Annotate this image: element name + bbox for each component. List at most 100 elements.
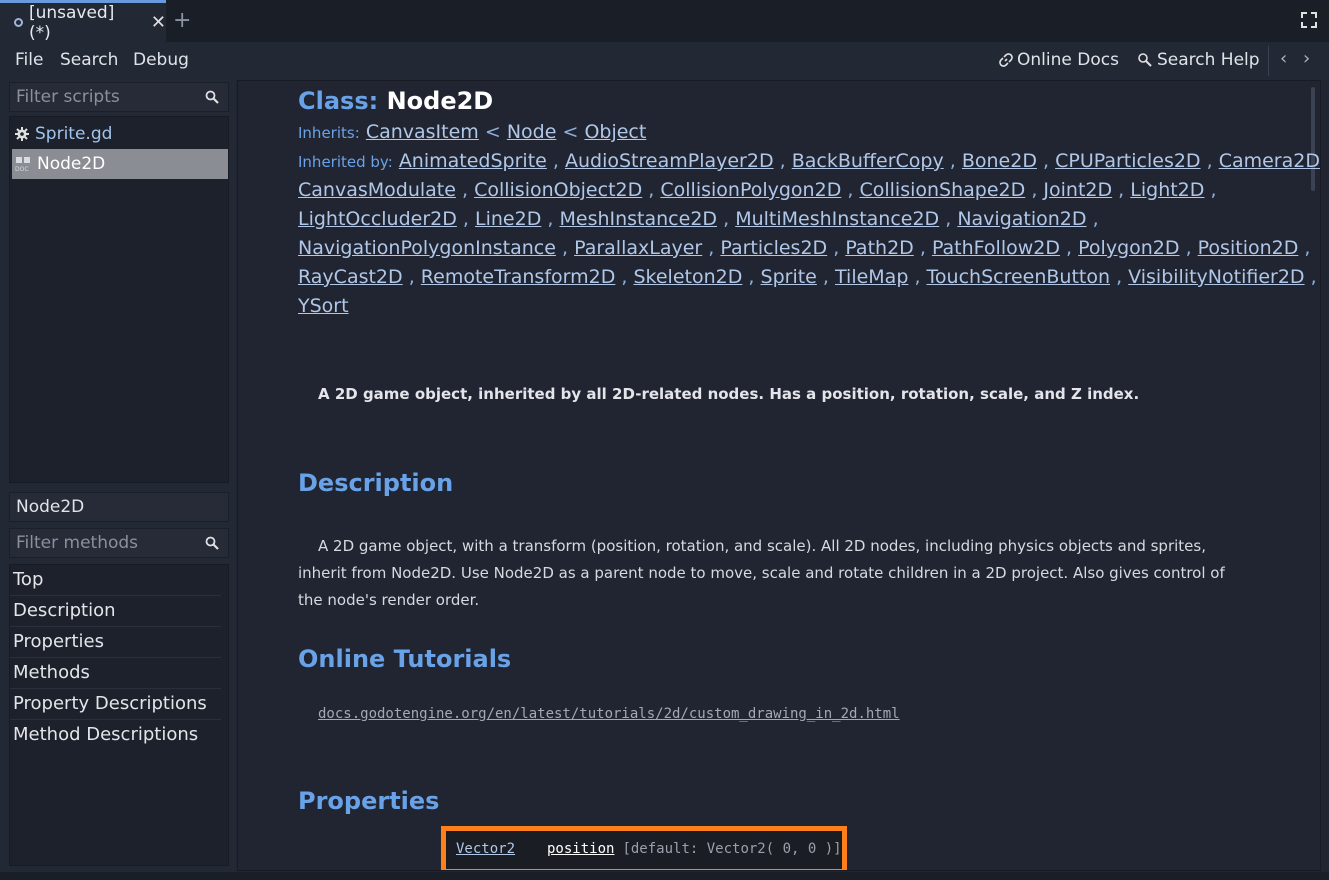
- list-separator: ,: [1092, 208, 1099, 230]
- inherits-link[interactable]: CanvasItem: [366, 121, 479, 143]
- inherited-by-row: LightOccluder2D , Line2D , MeshInstance2…: [298, 208, 1099, 230]
- list-separator: ,: [621, 266, 628, 288]
- list-separator: ,: [1210, 179, 1217, 201]
- inherits-link[interactable]: Node: [507, 121, 557, 143]
- list-separator: ,: [1304, 237, 1311, 259]
- inherited-by-link[interactable]: CollisionPolygon2D: [660, 179, 841, 201]
- tutorial-link[interactable]: docs.godotengine.org/en/latest/tutorials…: [318, 706, 900, 722]
- tab-bar: [unsaved](*) ✕ +: [0, 0, 1329, 43]
- scrollbar-thumb[interactable]: [1311, 87, 1315, 191]
- list-separator: ,: [914, 266, 921, 288]
- inherited-by-link[interactable]: LightOccluder2D: [298, 208, 457, 230]
- bottom-panel-strip: [0, 872, 1329, 880]
- script-item-label: Node2D: [37, 154, 106, 174]
- inherited-by-link[interactable]: RayCast2D: [298, 266, 403, 288]
- inherited-by-link[interactable]: RemoteTransform2D: [421, 266, 616, 288]
- list-separator: ,: [1043, 150, 1050, 172]
- section-item-description[interactable]: Description: [10, 596, 221, 627]
- forward-arrow-icon[interactable]: ›: [1303, 48, 1310, 69]
- script-list: Sprite.gd DOC Node2D: [9, 116, 229, 483]
- inherited-by-link[interactable]: VisibilityNotifier2D: [1128, 266, 1304, 288]
- fullscreen-icon[interactable]: [1301, 12, 1317, 28]
- list-separator: ,: [461, 179, 469, 201]
- inherited-by-line: YSort: [298, 295, 349, 317]
- inherited-by-row: AnimatedSprite , AudioStreamPlayer2D , B…: [399, 150, 1320, 172]
- property-type-link[interactable]: Vector2: [456, 841, 547, 857]
- inherited-by-link[interactable]: Path2D: [845, 237, 913, 259]
- inherited-by-link[interactable]: CollisionShape2D: [859, 179, 1025, 201]
- property-highlight: Vector2 position [default: Vector2( 0, 0…: [441, 826, 847, 870]
- inherited-by-line: NavigationPolygonInstance , ParallaxLaye…: [298, 237, 1310, 259]
- inherited-by-row: RayCast2D , RemoteTransform2D , Skeleton…: [298, 266, 1317, 288]
- inherited-by-link[interactable]: PathFollow2D: [932, 237, 1060, 259]
- gear-icon: [15, 127, 29, 141]
- help-document[interactable]: Class: Node2D Inherits: CanvasItem < Nod…: [237, 80, 1321, 871]
- inherited-by-link[interactable]: AnimatedSprite: [399, 150, 547, 172]
- inherited-by-line: LightOccluder2D , Line2D , MeshInstance2…: [298, 208, 1099, 230]
- property-default: [default: Vector2( 0, 0 )]: [622, 841, 842, 857]
- list-separator: ,: [1031, 179, 1038, 201]
- inherited-by-link[interactable]: Position2D: [1198, 237, 1299, 259]
- inherited-by-link[interactable]: CollisionObject2D: [474, 179, 642, 201]
- search-help-label: Search Help: [1157, 50, 1260, 70]
- section-item-method-descriptions[interactable]: Method Descriptions: [10, 720, 221, 750]
- inherited-by-link[interactable]: TileMap: [835, 266, 908, 288]
- inherited-by-link[interactable]: Bone2D: [962, 150, 1037, 172]
- filter-scripts-input[interactable]: [10, 86, 198, 108]
- add-tab-icon[interactable]: +: [173, 8, 191, 33]
- inherited-by-link[interactable]: CPUParticles2D: [1055, 150, 1200, 172]
- link-icon: [999, 53, 1013, 67]
- inherited-by-link[interactable]: Navigation2D: [957, 208, 1086, 230]
- unsaved-dot-icon: [14, 18, 23, 27]
- search-icon: [205, 536, 219, 550]
- inherited-by-link[interactable]: Camera2D: [1219, 150, 1320, 172]
- list-separator: ,: [547, 208, 554, 230]
- tutorials-heading: Online Tutorials: [298, 645, 512, 673]
- menu-search[interactable]: Search: [60, 50, 118, 70]
- search-help-button[interactable]: Search Help: [1137, 50, 1260, 70]
- list-separator: ,: [1066, 237, 1073, 259]
- inherited-by-link[interactable]: ParallaxLayer: [574, 237, 702, 259]
- filter-methods-input[interactable]: [10, 532, 198, 554]
- property-row: Vector2 position [default: Vector2( 0, 0…: [456, 841, 842, 857]
- scrollbar[interactable]: [1309, 83, 1317, 868]
- inherited-by-link[interactable]: YSort: [298, 295, 349, 317]
- inherited-by-link[interactable]: CanvasModulate: [298, 179, 456, 201]
- section-item-methods[interactable]: Methods: [10, 658, 221, 689]
- menu-file[interactable]: File: [15, 50, 43, 70]
- list-separator: ,: [847, 179, 854, 201]
- inherited-by-link[interactable]: Sprite: [761, 266, 817, 288]
- inherited-by-link[interactable]: MultiMeshInstance2D: [735, 208, 939, 230]
- close-icon[interactable]: ✕: [151, 12, 166, 33]
- class-label: Class:: [298, 87, 379, 115]
- inherits-link[interactable]: Object: [584, 121, 646, 143]
- inherited-by-link[interactable]: Skeleton2D: [633, 266, 742, 288]
- inherited-by-link[interactable]: Line2D: [475, 208, 541, 230]
- inherited-by-link[interactable]: NavigationPolygonInstance: [298, 237, 556, 259]
- section-item-top[interactable]: Top: [10, 565, 221, 596]
- section-item-properties[interactable]: Properties: [10, 627, 221, 658]
- inherited-by-link[interactable]: BackBufferCopy: [792, 150, 944, 172]
- script-item-node2d[interactable]: DOC Node2D: [12, 149, 228, 179]
- inherited-by-link[interactable]: Polygon2D: [1078, 237, 1179, 259]
- inherited-by-link[interactable]: TouchScreenButton: [927, 266, 1111, 288]
- inherited-by-link[interactable]: MeshInstance2D: [559, 208, 717, 230]
- inherited-by-link[interactable]: AudioStreamPlayer2D: [565, 150, 774, 172]
- search-help-icon: [1138, 53, 1152, 67]
- inherited-by-link[interactable]: Particles2D: [720, 237, 827, 259]
- inherited-by-link[interactable]: Light2D: [1130, 179, 1204, 201]
- tab-unsaved[interactable]: [unsaved](*) ✕: [0, 0, 166, 43]
- inherited-by-link[interactable]: Joint2D: [1043, 179, 1112, 201]
- list-separator: ,: [408, 266, 415, 288]
- section-item-property-descriptions[interactable]: Property Descriptions: [10, 689, 221, 720]
- inherits-sep: <: [562, 121, 579, 143]
- list-separator: ,: [748, 266, 755, 288]
- back-arrow-icon[interactable]: ‹: [1280, 48, 1287, 69]
- menu-bar: File Search Debug Online Docs Search Hel…: [0, 42, 1329, 80]
- script-item-label: Sprite.gd: [35, 124, 113, 144]
- online-docs-button[interactable]: Online Docs: [999, 50, 1119, 70]
- inherited-by-row: CanvasModulate , CollisionObject2D , Col…: [298, 179, 1217, 201]
- menu-debug[interactable]: Debug: [133, 50, 189, 70]
- script-item-sprite-gd[interactable]: Sprite.gd: [12, 119, 228, 149]
- property-name-link[interactable]: position: [547, 841, 614, 857]
